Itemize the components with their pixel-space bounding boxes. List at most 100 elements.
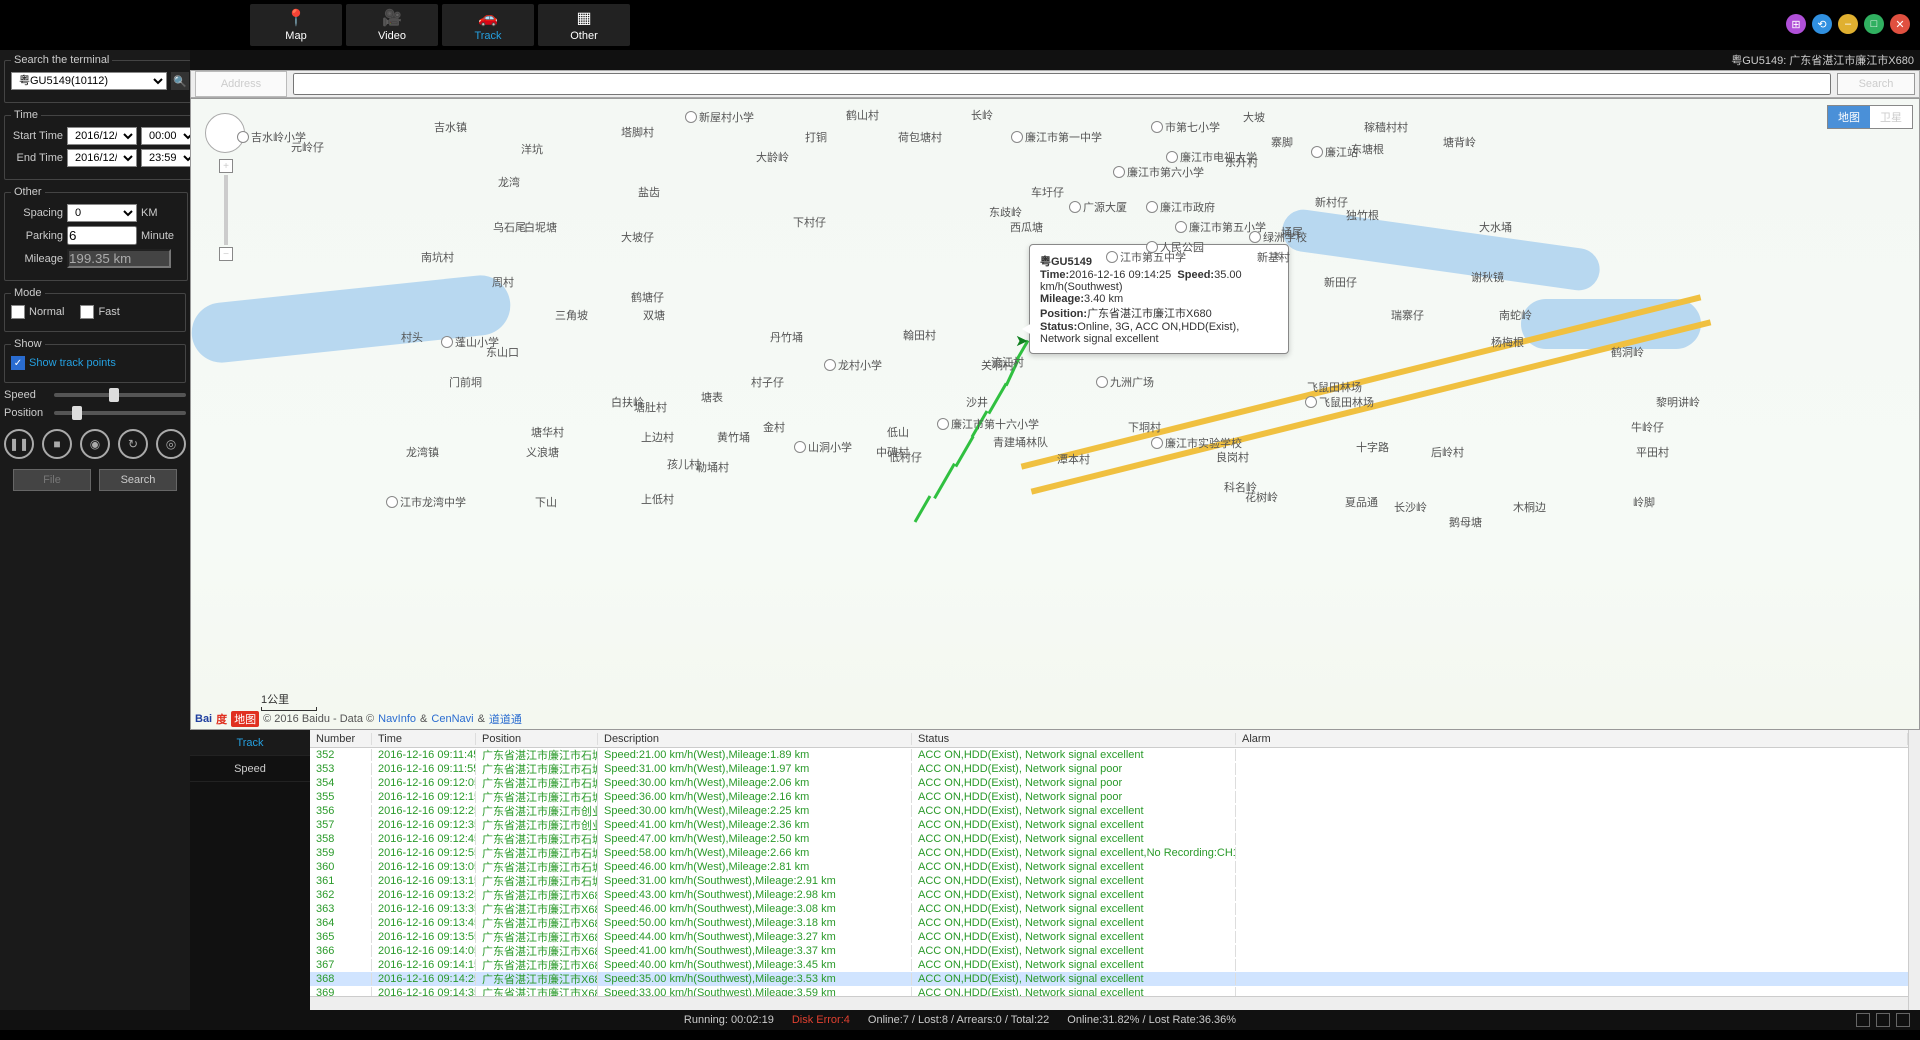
loop-button[interactable]: ↻ [118,429,148,459]
col-status[interactable]: Status [912,733,1236,745]
map-poi-label: 江市第五中学 [1106,249,1186,265]
maximize-button[interactable]: □ [1864,14,1884,34]
col-alarm[interactable]: Alarm [1236,733,1908,745]
map-place-label: 门前垌 [449,374,482,390]
address-input[interactable] [293,73,1831,95]
start-time-select[interactable]: 00:00:00 [141,127,197,145]
map-place-label: 打铜 [805,129,827,145]
table-row[interactable]: 3532016-12-16 09:11:55广东省湛江市廉江市石城大道Speed… [310,762,1908,776]
status-icon-3[interactable] [1896,1013,1910,1027]
table-row[interactable]: 3622016-12-16 09:13:25广东省湛江市廉江市X680Speed… [310,888,1908,902]
col-time[interactable]: Time [372,733,476,745]
pause-button[interactable]: ❚❚ [4,429,34,459]
speed-slider[interactable] [54,393,186,397]
table-row[interactable]: 3542016-12-16 09:12:05广东省湛江市廉江市石城大道Speed… [310,776,1908,790]
mileage-readonly [67,249,171,268]
table-row[interactable]: 3642016-12-16 09:13:45广东省湛江市廉江市X680Speed… [310,916,1908,930]
map-type-map[interactable]: 地图 [1828,106,1870,128]
zoom-in-button[interactable]: + [219,159,233,173]
map-place-label: 流江村 [991,354,1024,370]
col-description[interactable]: Description [598,733,912,745]
map-poi-label: 廉江市实验学校 [1151,435,1242,451]
end-date-select[interactable]: 2016/12/16 [67,149,137,167]
map-place-label: 上边村 [641,429,674,445]
map-poi-label: 江市龙湾中学 [386,494,466,510]
nav-tab-video[interactable]: 🎥Video [346,4,438,46]
status-icon-2[interactable] [1876,1013,1890,1027]
spacing-unit: KM [141,207,181,219]
target-button[interactable]: ◎ [156,429,186,459]
nav-tab-other[interactable]: ▦Other [538,4,630,46]
map-place-label: 龙湾 [498,174,520,190]
tab-speed[interactable]: Speed [190,756,310,782]
table-row[interactable]: 3552016-12-16 09:12:15广东省湛江市廉江市石城大道Speed… [310,790,1908,804]
table-row[interactable]: 3682016-12-16 09:14:25广东省湛江市廉江市X680Speed… [310,972,1908,986]
popup-time-key: Time: [1040,269,1069,281]
status-icon-1[interactable] [1856,1013,1870,1027]
parking-input[interactable] [67,226,137,245]
zoom-out-button[interactable]: − [219,247,233,261]
terminal-select[interactable]: 粤GU5149(10112) [11,72,167,90]
attrib-daodaotong-link[interactable]: 道道通 [489,711,522,727]
table-row[interactable]: 3602016-12-16 09:13:05广东省湛江市廉江市石城大道Speed… [310,860,1908,874]
table-row[interactable]: 3562016-12-16 09:12:25广东省湛江市廉江市创业南路Speed… [310,804,1908,818]
file-button[interactable]: File [13,469,91,491]
window-btn-2[interactable]: ⟲ [1812,14,1832,34]
spacing-label: Spacing [11,207,63,219]
table-row[interactable]: 3592016-12-16 09:12:55广东省湛江市廉江市石城大道Speed… [310,846,1908,860]
map-type-satellite[interactable]: 卫星 [1870,106,1912,128]
nav-tab-label: Other [570,30,598,42]
map-place-label: 黎明讲岭 [1656,394,1700,410]
grid-body[interactable]: 3522016-12-16 09:11:45广东省湛江市廉江市石城大道Speed… [310,748,1908,996]
mode-group: Mode Normal Fast [4,287,186,332]
search-button[interactable]: Search [99,469,177,491]
position-slider[interactable] [54,411,186,415]
table-row[interactable]: 3572016-12-16 09:12:35广东省湛江市廉江市创业南路Speed… [310,818,1908,832]
mode-normal-label: Normal [29,306,64,318]
table-row[interactable]: 3652016-12-16 09:13:55广东省湛江市廉江市X680Speed… [310,930,1908,944]
show-track-points-checkbox[interactable]: ✓Show track points [11,356,116,370]
table-row[interactable]: 3522016-12-16 09:11:45广东省湛江市廉江市石城大道Speed… [310,748,1908,762]
nav-tab-map[interactable]: 📍Map [250,4,342,46]
table-row[interactable]: 3632016-12-16 09:13:35广东省湛江市廉江市X680Speed… [310,902,1908,916]
address-search-button[interactable]: Search [1837,73,1915,95]
zoom-slider[interactable] [224,175,228,245]
horizontal-scrollbar[interactable] [310,996,1908,1010]
table-row[interactable]: 3582016-12-16 09:12:45广东省湛江市廉江市石城大道Speed… [310,832,1908,846]
map-place-label: 大水埇 [1479,219,1512,235]
end-time-select[interactable]: 23:59:59 [141,149,197,167]
status-running-key: Running: [684,1014,731,1026]
vertical-scrollbar[interactable] [1908,730,1920,1010]
start-date-select[interactable]: 2016/12/16 [67,127,137,145]
map-place-label: 鹤山村 [846,107,879,123]
window-btn-1[interactable]: ⊞ [1786,14,1806,34]
popup-speed-key: Speed: [1177,269,1214,281]
table-row[interactable]: 3672016-12-16 09:14:15广东省湛江市廉江市X680Speed… [310,958,1908,972]
address-button[interactable]: Address [195,71,287,97]
nav-tab-track[interactable]: 🚗Track [442,4,534,46]
close-button[interactable]: ✕ [1890,14,1910,34]
table-row[interactable]: 3612016-12-16 09:13:15广东省湛江市廉江市石城大道Speed… [310,874,1908,888]
spacing-select[interactable]: 0 [67,204,137,222]
table-row[interactable]: 3662016-12-16 09:14:05广东省湛江市廉江市X680Speed… [310,944,1908,958]
minimize-button[interactable]: – [1838,14,1858,34]
record-button[interactable]: ◉ [80,429,110,459]
top-navbar: 📍Map 🎥Video 🚗Track ▦Other ⊞ ⟲ – □ ✕ [0,0,1920,50]
left-sidebar: Search the terminal 粤GU5149(10112) 🔍 Tim… [0,50,190,1010]
stop-button[interactable]: ■ [42,429,72,459]
col-position[interactable]: Position [476,733,598,745]
map-place-label: 下山 [535,494,557,510]
search-icon[interactable]: 🔍 [171,72,189,90]
map-place-label: 黄竹埇 [717,429,750,445]
legend-search-terminal: Search the terminal [11,54,112,66]
map-canvas[interactable]: ➤ + − 地图 卫星 ✕ 粤GU5149 Time:2016-12-16 09… [190,98,1920,730]
map-poi-label: 九洲广场 [1096,374,1154,390]
col-number[interactable]: Number [310,733,372,745]
mode-fast-radio[interactable]: Fast [80,305,119,319]
tab-track[interactable]: Track [190,730,310,756]
attrib-navinfo-link[interactable]: NavInfo [378,713,416,725]
mode-normal-radio[interactable]: Normal [11,305,64,319]
map-place-label: 中碑村 [876,444,909,460]
attrib-cennavi-link[interactable]: CenNavi [431,713,473,725]
table-row[interactable]: 3692016-12-16 09:14:35广东省湛江市廉江市X680Speed… [310,986,1908,996]
